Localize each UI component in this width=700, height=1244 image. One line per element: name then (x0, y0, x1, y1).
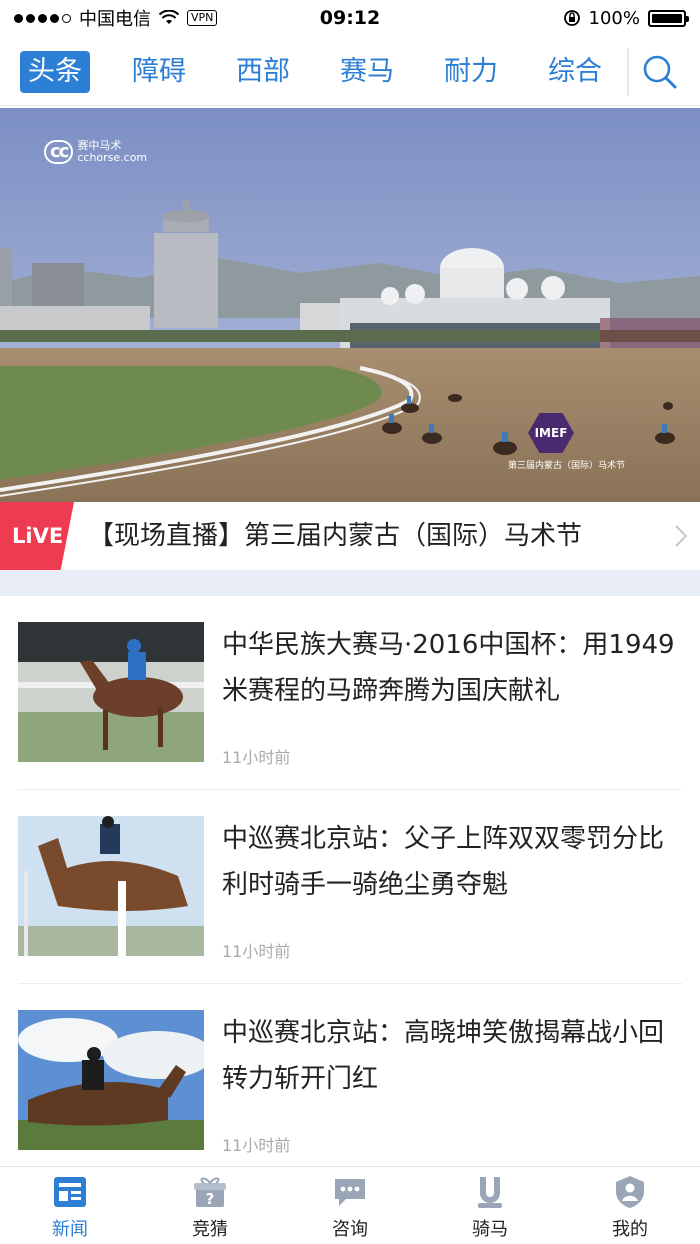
news-title: 中巡赛北京站：父子上阵双双零罚分比利时骑手一骑绝尘勇夺魁 (222, 824, 665, 900)
profile-shield-icon (616, 1176, 644, 1208)
horseshoe-icon (478, 1177, 502, 1208)
imef-caption: 第三届内蒙古（国际）马术节 (508, 461, 626, 471)
tab-label: 新闻 (52, 1219, 88, 1240)
news-list-item[interactable]: 中华民族大赛马·2016中国杯：用1949米赛程的马蹄奔腾为国庆献礼 11小时前 (0, 596, 700, 790)
tab-racing[interactable]: 赛马 (332, 51, 402, 93)
search-button[interactable] (640, 52, 680, 92)
logo-domain: cchorse.com (77, 151, 148, 164)
tab-quiz[interactable]: ? 竞猜 (140, 1167, 280, 1244)
tab-label: 竞猜 (192, 1219, 228, 1240)
tab-label: 咨询 (332, 1219, 368, 1240)
live-badge: LiVE (0, 502, 74, 570)
tab-western[interactable]: 西部 (228, 51, 298, 93)
live-title: 【现场直播】第三届内蒙古（国际）马术节 (88, 521, 583, 551)
news-timestamp: 11小时前 (222, 1136, 291, 1155)
tab-general[interactable]: 综合 (540, 51, 610, 93)
battery-icon (648, 9, 689, 27)
tab-label: 骑马 (472, 1219, 508, 1240)
tab-label: 我的 (612, 1219, 648, 1240)
logo-mark: cc (44, 140, 74, 164)
hero-image (0, 108, 700, 502)
signal-strength-icon (14, 13, 71, 23)
news-timestamp: 11小时前 (222, 942, 291, 961)
news-list-item[interactable]: 中巡赛北京站：父子上阵双双零罚分比利时骑手一骑绝尘勇夺魁 11小时前 (0, 790, 700, 984)
rotation-lock-icon (563, 10, 580, 26)
live-banner[interactable]: LiVE 【现场直播】第三届内蒙古（国际）马术节 (0, 502, 700, 570)
news-list-item[interactable]: 中巡赛北京站：高晓坤笑傲揭幕战小回转力斩开门红 11小时前 (0, 984, 700, 1178)
news-title: 中华民族大赛马·2016中国杯：用1949米赛程的马蹄奔腾为国庆献礼 (222, 630, 675, 706)
gift-icon: ? (194, 1177, 226, 1208)
status-bar: 中国电信 VPN 09:12 100% (0, 0, 700, 36)
tab-news[interactable]: 新闻 (0, 1167, 140, 1244)
news-title: 中巡赛北京站：高晓坤笑傲揭幕战小回转力斩开门红 (222, 1018, 665, 1094)
svg-text:?: ? (206, 1190, 215, 1208)
tab-obstacle[interactable]: 障碍 (124, 51, 194, 93)
search-icon (643, 55, 677, 89)
category-nav: 头条 障碍 西部 赛马 耐力 综合 (0, 38, 700, 106)
carrier-label: 中国电信 (79, 9, 151, 30)
battery-percent: 100% (588, 7, 640, 29)
section-separator (0, 570, 700, 596)
news-timestamp: 11小时前 (222, 748, 291, 767)
broadcaster-logo: cc 赛中马术 cchorse.com (44, 140, 147, 164)
tab-riding[interactable]: 骑马 (420, 1167, 560, 1244)
tab-endurance[interactable]: 耐力 (436, 51, 506, 93)
wifi-icon (159, 10, 179, 24)
tab-headlines[interactable]: 头条 (20, 50, 90, 93)
news-thumbnail (18, 816, 204, 956)
news-thumbnail (18, 1010, 204, 1150)
vpn-badge: VPN (187, 10, 218, 26)
chat-icon (335, 1179, 365, 1206)
chevron-right-icon (675, 525, 688, 547)
hero-banner[interactable]: cc 赛中马术 cchorse.com IMEF 第三届内蒙古（国际）马术节 (0, 108, 700, 502)
tab-profile[interactable]: 我的 (560, 1167, 700, 1244)
bottom-tab-bar: 新闻 ? 竞猜 咨询 骑马 我的 (0, 1166, 700, 1244)
news-icon (54, 1177, 86, 1207)
news-thumbnail (18, 622, 204, 762)
nav-divider (627, 48, 629, 96)
tab-consult[interactable]: 咨询 (280, 1167, 420, 1244)
